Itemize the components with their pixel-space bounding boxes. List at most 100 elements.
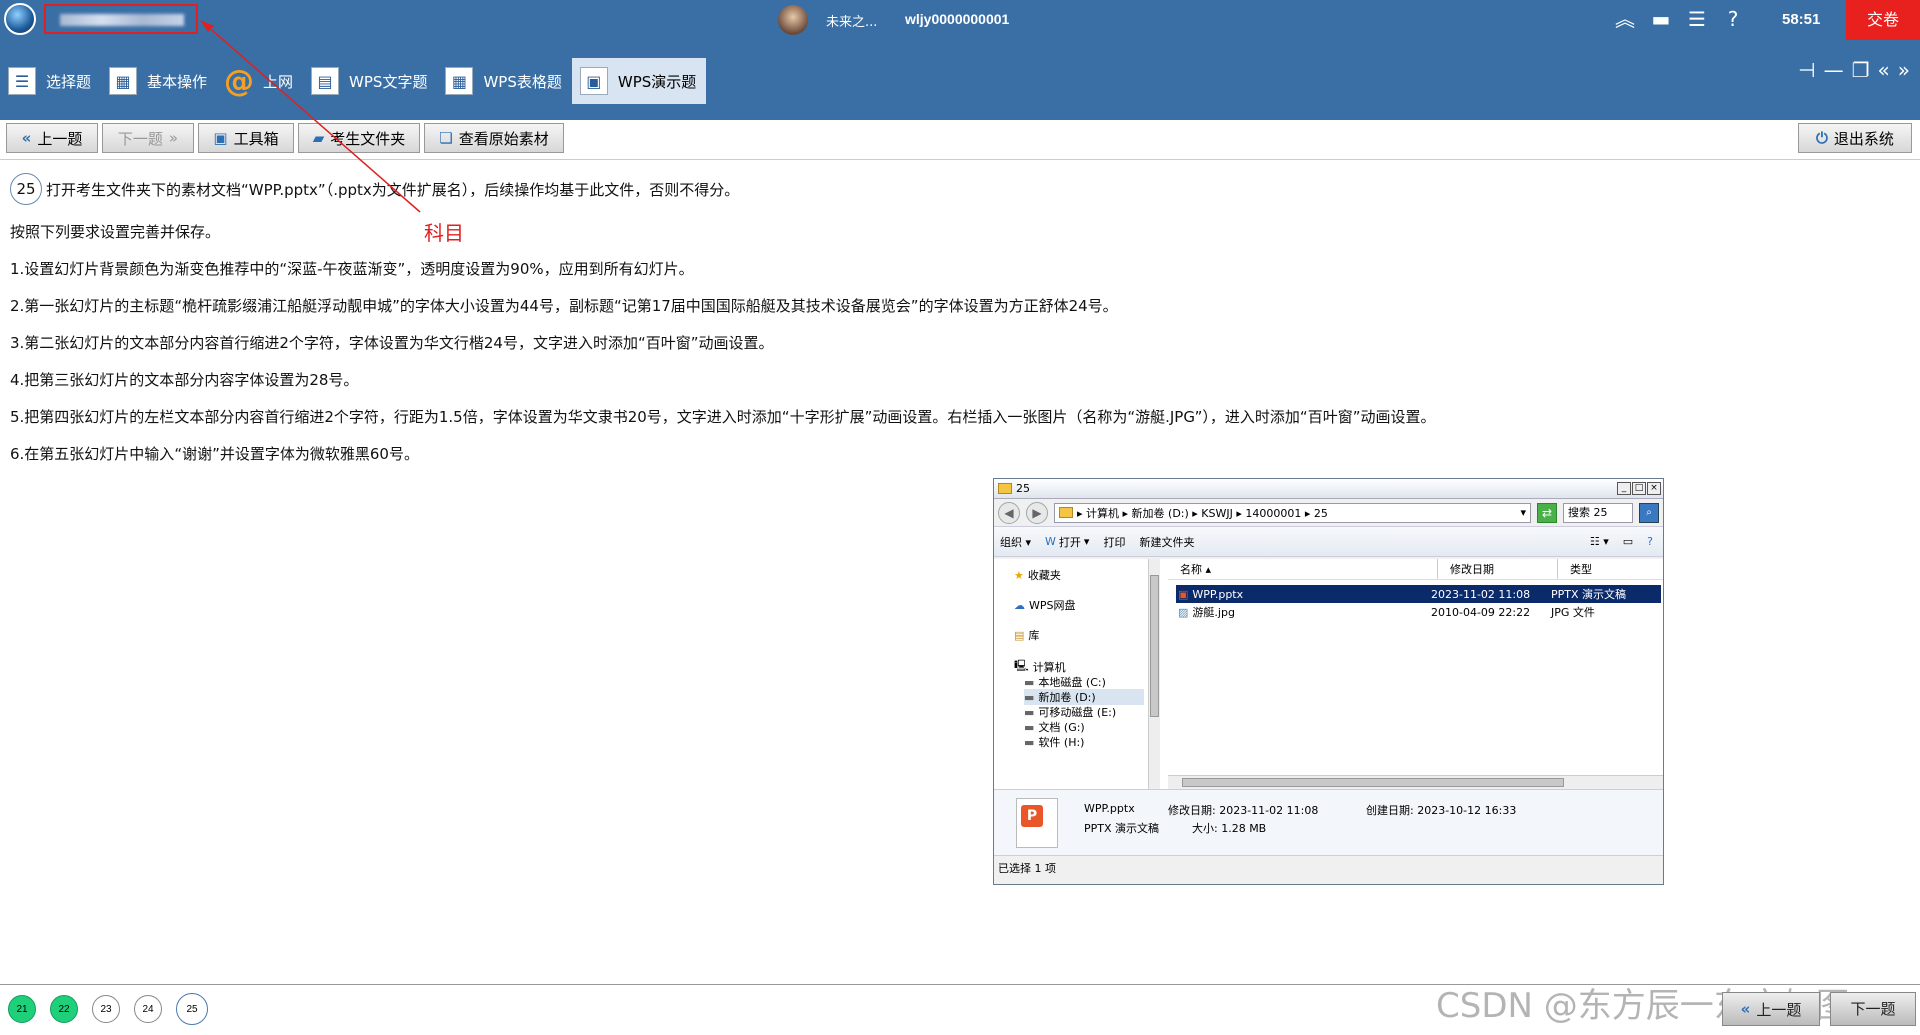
question-item: 6.在第五张幻灯片中输入“谢谢”并设置字体为微软雅黑60号。: [10, 445, 419, 463]
question-type-tab[interactable]: @ 上网: [217, 58, 303, 104]
search-input[interactable]: 搜索 25: [1563, 502, 1633, 523]
help-icon[interactable]: ?: [1647, 535, 1653, 548]
nav-libraries[interactable]: ▤ 库: [1014, 627, 1039, 643]
toolbox-icon: ▣: [213, 129, 228, 147]
drive-icon: ▬: [1024, 720, 1035, 734]
footer-next-button[interactable]: 下一题: [1830, 992, 1916, 1026]
file-name: 游艇.jpg: [1192, 606, 1235, 619]
question-item: 3.第二张幻灯片的文本部分内容首行缩进2个字符，字体设置为华文行楷24号，文字进…: [10, 334, 774, 352]
drive-icon: ▬: [1024, 690, 1035, 704]
nav-drive-item[interactable]: ▬ 本地磁盘 (C:): [1024, 674, 1106, 690]
column-type-label: 类型: [1570, 563, 1592, 576]
file-name-cell: ▣ WPP.pptx: [1176, 588, 1431, 601]
column-header-type[interactable]: 类型: [1558, 559, 1663, 579]
question-nav-pill[interactable]: 21: [8, 995, 36, 1023]
file-date: 2010-04-09 22:22: [1431, 605, 1531, 619]
forward-icon[interactable]: ▶: [1026, 501, 1048, 524]
question-type-tab[interactable]: ▤ WPS文字题: [303, 58, 437, 104]
image-file-icon: ▨: [1178, 605, 1189, 619]
chevron-down-icon[interactable]: ▾: [1520, 506, 1526, 519]
file-list-hscrollbar[interactable]: [1168, 775, 1663, 789]
question-number-badge: 25: [10, 173, 42, 205]
maximize-icon[interactable]: □: [1632, 482, 1646, 495]
question-nav-pill[interactable]: 22: [50, 995, 78, 1023]
open-label: 打开: [1058, 535, 1081, 549]
question-item: 5.把第四张幻灯片的左栏文本部分内容首行缩进2个字符，行距为1.5倍，字体设置为…: [10, 408, 1436, 426]
minimize-icon[interactable]: _: [1617, 482, 1631, 495]
footer-prev-button[interactable]: « 上一题: [1722, 992, 1820, 1026]
prev-question-button[interactable]: « 上一题: [6, 123, 98, 153]
nav-favorites[interactable]: ★ 收藏夹: [1014, 567, 1061, 583]
double-chevron-left-icon: «: [21, 129, 32, 147]
file-row[interactable]: ▨ 游艇.jpg 2010-04-09 22:22 JPG 文件: [1176, 603, 1661, 621]
new-folder-button[interactable]: 新建文件夹: [1139, 534, 1194, 550]
collapse-up-icon[interactable]: ︽: [1612, 6, 1638, 32]
list-menu-icon[interactable]: ☰: [1684, 6, 1710, 32]
scroll-thumb[interactable]: [1150, 575, 1159, 717]
nav-drive-label: 文档 (G:): [1038, 721, 1085, 734]
explorer-body: ★ 收藏夹 ☁ WPS网盘 ▤ 库 🖳 计算机 ▬ 本地磁盘 (C:) ▬ 新加卷 (D:) ▬…: [994, 559, 1663, 789]
question-type-label: WPS表格题: [483, 72, 562, 91]
drive-icon: ▬: [1024, 735, 1035, 749]
subject-title-highlight: [44, 4, 198, 34]
pin-icon[interactable]: ⊣: [1798, 58, 1815, 82]
question-type-tab[interactable]: ▦ 基本操作: [101, 58, 217, 104]
wps-icon: W: [1045, 535, 1056, 548]
explorer-status-bar: 已选择 1 项: [994, 855, 1663, 884]
collapse-left-icon[interactable]: «: [1878, 58, 1890, 82]
view-source-button[interactable]: ❏ 查看原始素材: [424, 123, 564, 153]
scroll-thumb[interactable]: [1182, 778, 1564, 787]
nav-drive-item[interactable]: ▬ 文档 (G:): [1024, 719, 1085, 735]
organize-menu[interactable]: 组织 ▾: [1000, 534, 1031, 550]
question-type-tab[interactable]: ☰ 选择题: [0, 58, 101, 104]
nav-drive-item[interactable]: ▬ 可移动磁盘 (E:): [1024, 704, 1116, 720]
preview-pane-icon[interactable]: ▭: [1623, 535, 1633, 548]
back-icon[interactable]: ◀: [998, 501, 1020, 524]
spreadsheet-icon: ▦: [445, 67, 474, 95]
column-header-date[interactable]: 修改日期: [1438, 559, 1558, 579]
student-folder-button[interactable]: ▰ 考生文件夹: [298, 123, 420, 153]
help-icon[interactable]: ?: [1720, 6, 1746, 32]
question-nav-pill[interactable]: 24: [134, 995, 162, 1023]
question-nav-pill[interactable]: 25: [176, 993, 208, 1025]
nav-wps-cloud[interactable]: ☁ WPS网盘: [1014, 597, 1076, 613]
close-icon[interactable]: ×: [1647, 482, 1661, 495]
search-icon[interactable]: ⌕: [1639, 502, 1659, 523]
column-header-name[interactable]: 名称 ▴: [1168, 559, 1438, 579]
question-type-label: 上网: [263, 72, 294, 91]
question-type-tab[interactable]: ▦ WPS表格题: [437, 58, 571, 104]
open-button[interactable]: W 打开 ▾: [1045, 534, 1089, 550]
top-icon-group: ︽ ▬ ☰ ?: [1612, 6, 1746, 32]
exit-system-label: 退出系统: [1833, 129, 1894, 148]
file-row[interactable]: ▣ WPP.pptx 2023-11-02 11:08 PPTX 演示文稿: [1176, 585, 1661, 603]
monitor-icon[interactable]: ▬: [1648, 6, 1674, 32]
toolbox-button[interactable]: ▣ 工具箱: [198, 123, 294, 153]
expand-right-icon[interactable]: »: [1898, 58, 1910, 82]
file-explorer-window: 25 _ □ × ◀ ▶ ▸ 计算机 ▸ 新加卷 (D:) ▸ KSWJJ ▸ 14…: [993, 478, 1664, 885]
nav-scrollbar[interactable]: [1148, 559, 1160, 789]
submit-exam-button[interactable]: 交卷: [1846, 0, 1920, 40]
exit-system-button[interactable]: ⏻ 退出系统: [1798, 123, 1912, 153]
minimize-icon[interactable]: —: [1824, 58, 1844, 82]
refresh-icon[interactable]: ⇄: [1537, 502, 1557, 523]
question-type-label: WPS文字题: [349, 72, 428, 91]
column-date-label: 修改日期: [1450, 563, 1494, 576]
file-type: JPG 文件: [1551, 606, 1595, 619]
question-requirement: 按照下列要求设置完善并保存。: [10, 223, 221, 241]
student-folder-label: 考生文件夹: [330, 129, 406, 148]
print-button[interactable]: 打印: [1103, 534, 1125, 550]
folder-icon: ▰: [312, 129, 325, 147]
view-mode-icon[interactable]: ☷ ▾: [1590, 535, 1609, 548]
address-bar[interactable]: ▸ 计算机 ▸ 新加卷 (D:) ▸ KSWJJ ▸ 14000001 ▸ 25…: [1054, 502, 1531, 523]
double-chevron-left-icon: «: [1740, 1000, 1751, 1018]
nav-drive-item[interactable]: ▬ 软件 (H:): [1024, 734, 1084, 750]
folder-icon: [1059, 507, 1073, 518]
nav-drive-item[interactable]: ▬ 新加卷 (D:): [1024, 689, 1144, 705]
question-type-tab[interactable]: ▣ WPS演示题: [571, 58, 707, 104]
star-icon: ★: [1014, 568, 1024, 582]
question-item: 4.把第三张幻灯片的文本部分内容字体设置为28号。: [10, 371, 359, 389]
restore-icon[interactable]: ❐: [1852, 58, 1870, 82]
annotation-label: 科目: [424, 221, 464, 245]
question-nav-pill[interactable]: 23: [92, 995, 120, 1023]
next-question-button[interactable]: 下一题 »: [102, 123, 194, 153]
